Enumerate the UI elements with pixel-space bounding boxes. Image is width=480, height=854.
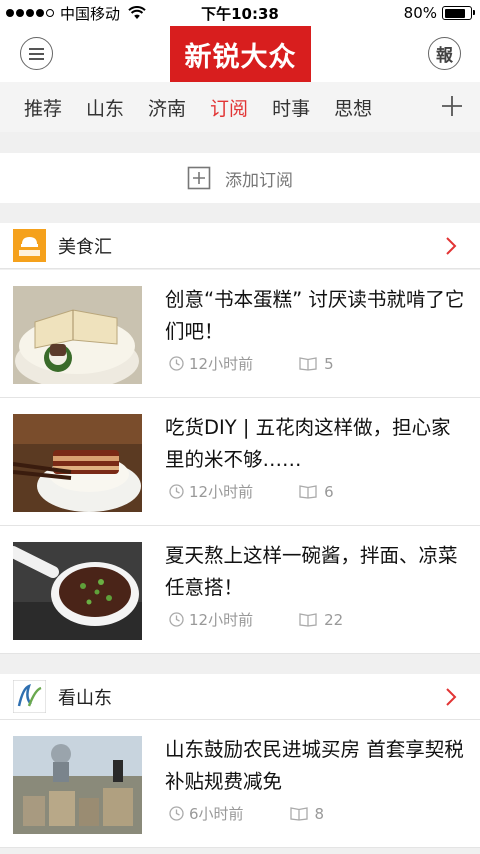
book-icon: [289, 807, 308, 821]
article-meta: 12小时前 5: [169, 353, 334, 374]
section-title: 看山东: [58, 687, 112, 709]
article-read-count: 22: [324, 610, 344, 629]
app-logo: 新锐大众: [170, 26, 311, 82]
article-thumbnail: [13, 736, 142, 834]
app-header: 新锐大众 報: [0, 26, 480, 82]
hamburger-icon: [29, 47, 44, 50]
book-icon: [299, 485, 317, 499]
section-title: 美食汇: [58, 236, 112, 258]
article-item[interactable]: 吃货DIY | 五花肉这样做，担心家里的米不够…… 12小时前 6: [0, 398, 480, 526]
article-headline: 山东鼓励农民进城买房 首套享契税补贴规费减免: [165, 738, 464, 793]
article-headline: 创意“书本蛋糕” 讨厌读书就啃了它们吧！: [165, 288, 465, 343]
channel-tabs: 推荐 山东 济南 订阅 时事 思想: [0, 82, 480, 132]
signal-strength-icon: [6, 9, 54, 17]
article-read-count: 8: [314, 804, 325, 823]
chevron-right-icon[interactable]: [444, 236, 458, 256]
battery-percent: 80%: [403, 4, 437, 22]
article-time: 12小时前: [189, 611, 254, 629]
article-thumbnail: [13, 286, 142, 384]
section-header-shandong[interactable]: 看山东: [0, 674, 480, 720]
article-time: 12小时前: [189, 483, 254, 501]
shandong-channel-logo: [13, 680, 46, 713]
add-channel-icon[interactable]: [440, 94, 464, 118]
chevron-right-icon[interactable]: [444, 687, 458, 707]
article-meta: 12小时前 22: [169, 609, 343, 630]
carrier-name: 中国移动: [60, 4, 121, 23]
clock-icon: [169, 484, 184, 499]
article-headline: 吃货DIY | 五花肉这样做，担心家里的米不够……: [165, 416, 451, 471]
clock-icon: [169, 806, 184, 821]
add-subscription-button[interactable]: 添加订阅: [0, 153, 480, 203]
newspaper-button[interactable]: 報: [428, 37, 461, 70]
article-item[interactable]: 创意“书本蛋糕” 讨厌读书就啃了它们吧！ 12小时前 5: [0, 270, 480, 398]
tab-jinan[interactable]: 济南: [148, 94, 186, 121]
clock-icon: [169, 612, 184, 627]
add-box-icon: [187, 166, 211, 190]
article-read-count: 6: [324, 482, 334, 501]
article-meta: 6小时前 8: [169, 803, 324, 824]
clock-icon: [169, 356, 184, 371]
add-subscription-label: 添加订阅: [225, 170, 293, 191]
article-time: 6小时前: [189, 805, 244, 823]
tab-current-affairs[interactable]: 时事: [272, 94, 310, 121]
article-item[interactable]: 夏天熬上这样一碗酱，拌面、凉菜任意搭！ 12小时前 22: [0, 526, 480, 654]
wifi-icon: [128, 6, 146, 19]
book-icon: [299, 613, 317, 627]
tab-subscribe[interactable]: 订阅: [210, 94, 248, 121]
battery-icon: [442, 6, 475, 20]
section-header-food[interactable]: 美食汇: [0, 223, 480, 269]
article-item[interactable]: 山东鼓励农民进城买房 首套享契税补贴规费减免 6小时前 8: [0, 720, 480, 848]
menu-button[interactable]: [20, 37, 53, 70]
food-channel-logo: [13, 229, 46, 262]
tab-shandong[interactable]: 山东: [86, 94, 124, 121]
article-thumbnail: [13, 414, 142, 512]
article-headline: 夏天熬上这样一碗酱，拌面、凉菜任意搭！: [165, 544, 458, 599]
tab-recommend[interactable]: 推荐: [24, 94, 62, 121]
book-icon: [299, 357, 317, 371]
tab-thought[interactable]: 思想: [334, 94, 372, 121]
article-time: 12小时前: [189, 355, 254, 373]
article-thumbnail: [13, 542, 142, 640]
article-read-count: 5: [324, 354, 334, 373]
status-bar: 中国移动 下午10:38 80%: [0, 0, 480, 26]
article-meta: 12小时前 6: [169, 481, 334, 502]
